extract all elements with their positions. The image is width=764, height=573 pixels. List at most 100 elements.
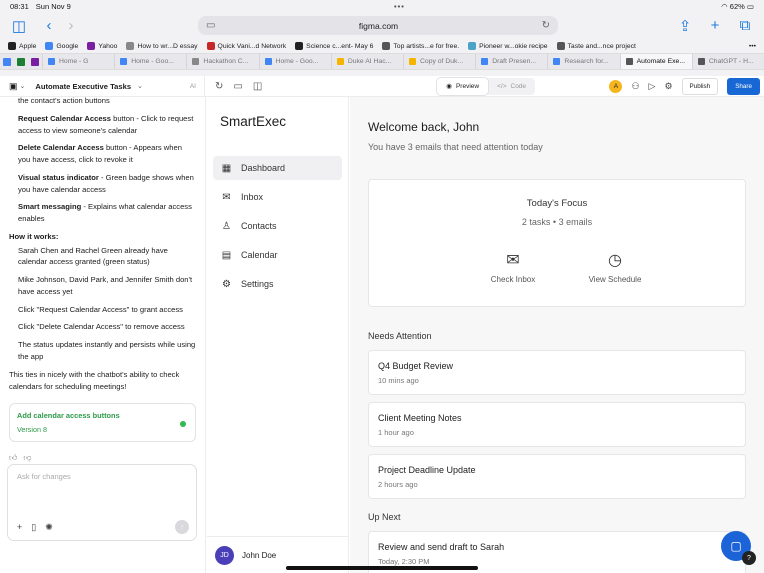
sidebar-toggle-icon[interactable]: ◫ (8, 15, 30, 37)
favicon-icon (409, 58, 417, 65)
list-item[interactable]: Client Meeting Notes 1 hour ago (368, 402, 746, 447)
avatar[interactable]: A (609, 79, 623, 93)
favorites-bar: Apple Google Yahoo How to wr...D essay Quick… (0, 39, 764, 53)
dashboard-main: Welcome back, John You have 3 emails tha… (350, 97, 764, 573)
version-card[interactable]: Add calendar access buttons Version 8 (9, 403, 196, 442)
sidebar-item-inbox[interactable]: ✉ Inbox (213, 185, 342, 209)
inbox-icon: ✉ (222, 191, 231, 203)
focus-card: Today's Focus 2 tasks • 3 emails ✉ Check… (368, 179, 746, 307)
browser-tab[interactable]: ChatGPT - H... (691, 54, 764, 69)
gear-icon: ⚙ (222, 278, 231, 290)
refresh-icon[interactable]: ↻ (215, 81, 223, 92)
help-icon[interactable]: ? (742, 551, 756, 565)
code-icon: </> (497, 82, 507, 90)
present-icon[interactable]: ⚇ (631, 81, 639, 92)
browser-tab[interactable]: Duke AI Hac... (330, 54, 403, 69)
page-settings-icon[interactable]: ▭ (206, 20, 215, 31)
plus-icon[interactable]: + (17, 522, 22, 532)
chevron-down-icon[interactable]: ⌄ (137, 82, 143, 90)
book-icon[interactable]: ▯ (31, 522, 36, 533)
clock-icon: ◷ (608, 252, 622, 269)
check-inbox-button[interactable]: ✉ Check Inbox (473, 250, 553, 284)
chevron-down-icon[interactable]: ⌄ (20, 82, 26, 90)
address-bar[interactable]: ▭ figma.com ↻ (198, 16, 558, 35)
thumbs-up-icon[interactable]: 👍︎ (9, 453, 17, 462)
brand-title: SmartExec (220, 114, 287, 129)
view-toggle: ◉ Preview </> Code (437, 77, 536, 95)
favorite-link[interactable]: Apple (8, 42, 36, 50)
favicon-icon (553, 58, 561, 65)
project-name[interactable]: Automate Executive Tasks (35, 82, 131, 91)
favicon-icon (87, 42, 96, 50)
gear-icon[interactable]: ⚙ (664, 81, 672, 92)
favicon-icon (382, 42, 391, 50)
browser-tab[interactable]: Research for... (547, 54, 619, 69)
favorite-link[interactable]: Quick Vani...d Network (206, 42, 286, 50)
favicon-icon (264, 58, 272, 65)
how-heading: How it works: (9, 231, 59, 241)
sidebar-item-settings[interactable]: ⚙ Settings (213, 272, 342, 296)
play-icon[interactable]: ▷ (649, 81, 656, 92)
back-icon[interactable]: ‹ (38, 15, 60, 37)
user-name: John Doe (242, 550, 277, 560)
pinned-tab[interactable] (16, 54, 26, 69)
battery-icon: ▭ (746, 1, 754, 11)
multitask-dots[interactable]: ••• (394, 2, 405, 11)
share-icon[interactable]: ⇪ (674, 15, 696, 37)
version-title: Add calendar access buttons (17, 411, 120, 421)
ai-label[interactable]: AI (190, 83, 196, 90)
browser-tab[interactable]: Automate Exe... (619, 54, 692, 69)
sidebar-item-dashboard[interactable]: ▦ Dashboard (213, 156, 342, 180)
favorite-link[interactable]: Taste and...nce project (556, 42, 636, 50)
list-item[interactable]: Project Deadline Update 2 hours ago (368, 454, 746, 499)
favorite-link[interactable]: Pioneer w...okie recipe (468, 42, 548, 50)
pinned-tab[interactable] (30, 54, 40, 69)
section-heading: Up Next (368, 512, 401, 522)
favicon-icon (336, 58, 344, 65)
favorite-link[interactable]: Yahoo (87, 42, 117, 50)
favorite-link[interactable]: How to wr...D essay (126, 42, 198, 50)
reload-icon[interactable]: ↻ (542, 20, 550, 31)
pinned-tab[interactable] (2, 54, 12, 69)
publish-button[interactable]: Publish (681, 77, 719, 95)
favicon-icon (468, 42, 477, 50)
figma-menu-icon[interactable]: ▣ (9, 81, 18, 92)
favorite-link[interactable]: Top artists...e for free. (382, 42, 459, 50)
sparkle-icon[interactable]: ✺ (45, 522, 53, 533)
smartexec-sidebar: SmartExec ▦ Dashboard ✉ Inbox ♙ Contacts ▤ Cale… (207, 97, 349, 573)
split-view-icon[interactable]: ◫ (253, 81, 262, 92)
focus-title: Today's Focus (526, 198, 588, 209)
more-favorites-icon[interactable]: ••• (749, 43, 756, 50)
favicon-icon (481, 58, 489, 65)
browser-tab[interactable]: Draft Presen... (475, 54, 547, 69)
favicon-icon (45, 42, 54, 50)
how-item: The status updates instantly and persist… (18, 340, 196, 362)
forward-icon[interactable]: › (60, 15, 82, 37)
wifi-icon: ◠ (721, 1, 728, 11)
favicon-icon (192, 58, 200, 65)
new-tab-icon[interactable]: + (704, 15, 726, 37)
thumbs-down-icon[interactable]: 👎︎ (23, 453, 31, 462)
chat-intro: the contact's action buttons (18, 97, 110, 105)
favorite-link[interactable]: Science c...ent- May 6 (295, 42, 373, 50)
tab-overview-icon[interactable]: ⧉ (734, 15, 756, 37)
favorite-link[interactable]: Google (45, 42, 78, 50)
list-item[interactable]: Q4 Budget Review 10 mins ago (368, 350, 746, 395)
view-schedule-button[interactable]: ◷ View Schedule (575, 250, 655, 284)
figma-app: ▣ ⌄ Automate Executive Tasks ⌄ AI ↻ ▭ ◫ … (0, 76, 764, 573)
browser-tab[interactable]: Copy of Duk... (403, 54, 475, 69)
browser-tab[interactable]: Home - Goo... (114, 54, 186, 69)
browser-tab[interactable]: Home - G (42, 54, 114, 69)
favicon-icon (48, 58, 55, 65)
layout-icon[interactable]: ▭ (233, 81, 242, 92)
browser-tab[interactable]: Home - Goo... (258, 54, 331, 69)
code-tab[interactable]: </> Code (488, 78, 535, 95)
contacts-icon: ♙ (222, 220, 231, 232)
sidebar-item-contacts[interactable]: ♙ Contacts (213, 214, 342, 238)
send-icon[interactable]: ↑ (175, 520, 189, 534)
sidebar-item-calendar[interactable]: ▤ Calendar (213, 243, 342, 267)
preview-tab[interactable]: ◉ Preview (437, 77, 489, 95)
browser-tab[interactable]: Hackathon C... (186, 54, 258, 69)
chat-input[interactable]: Ask for changes + ▯ ✺ ↑ (7, 464, 197, 541)
share-button[interactable]: Share (727, 77, 760, 95)
